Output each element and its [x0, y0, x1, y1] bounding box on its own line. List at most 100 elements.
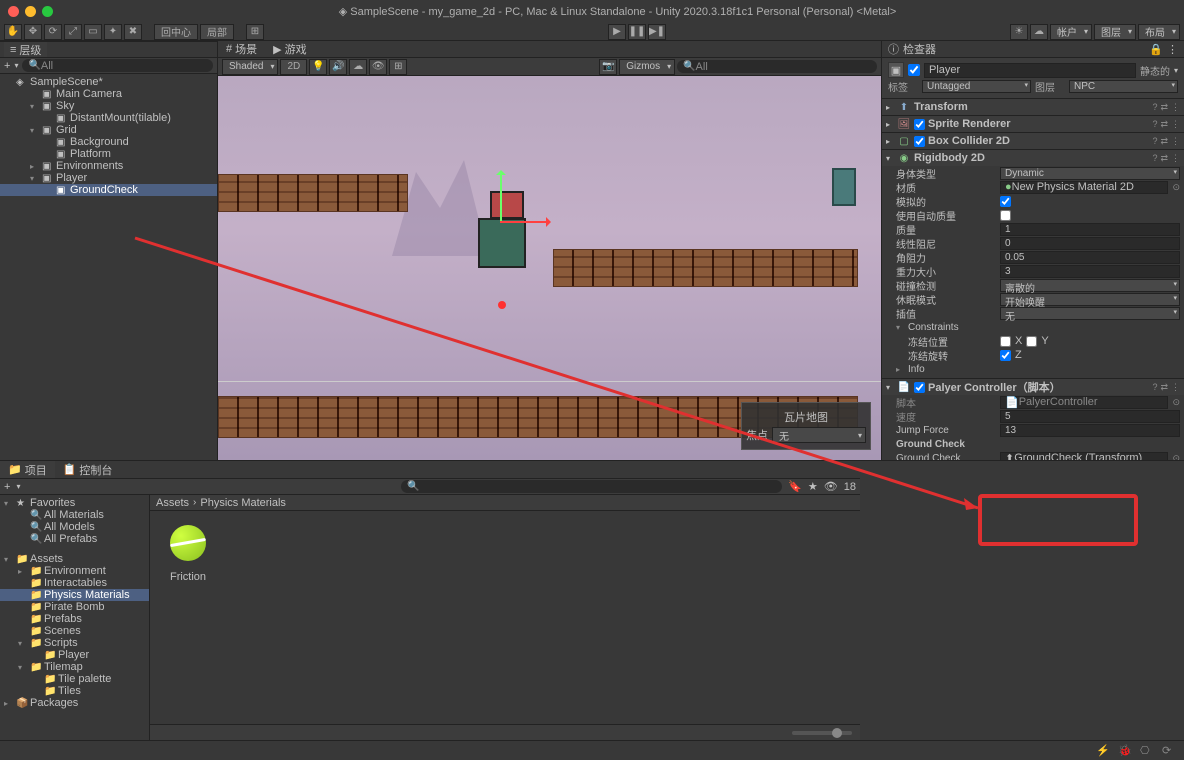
project-tree-item[interactable]: ▸📦Packages [0, 697, 149, 709]
hierarchy-search[interactable]: 🔍 All [22, 59, 213, 72]
project-tree-item[interactable]: 🔍All Materials [0, 509, 149, 521]
hierarchy-item[interactable]: ◈SampleScene* [0, 76, 217, 88]
preset-icon[interactable]: ⇄ [1160, 102, 1168, 113]
play-button[interactable]: ▶ [608, 24, 626, 40]
hidden-icon[interactable]: 👁 [824, 480, 838, 493]
name-field[interactable]: Player [924, 63, 1136, 78]
collision-dd[interactable]: 离散的 [1000, 279, 1180, 292]
zoom-slider[interactable] [792, 731, 852, 735]
rotate-tool[interactable]: ⟳ [44, 24, 62, 40]
scene-tab[interactable]: #场景 [218, 41, 265, 57]
layout-dropdown[interactable]: 布局 [1138, 24, 1180, 40]
project-tree-item[interactable]: ▾📁Assets [0, 553, 149, 565]
audio-toggle[interactable]: 🔊 [329, 59, 347, 75]
gravity-field[interactable]: 3 [1000, 265, 1180, 278]
gameobject-icon[interactable]: ▣ [888, 62, 904, 78]
pivot-toggle[interactable]: 回中心 [154, 24, 198, 40]
light-toggle[interactable]: 💡 [309, 59, 327, 75]
move-tool[interactable]: ✥ [24, 24, 42, 40]
project-tree-item[interactable]: 📁Tile palette [0, 673, 149, 685]
freeze-y[interactable] [1026, 336, 1037, 347]
hierarchy-item[interactable]: ▣Main Camera [0, 88, 217, 100]
grid-toggle[interactable]: ⊞ [389, 59, 407, 75]
sleep-dd[interactable]: 开始唤醒 [1000, 293, 1180, 306]
project-tree-item[interactable]: 📁Scenes [0, 625, 149, 637]
overlay-focus-dd[interactable]: 无 [772, 427, 866, 443]
hand-tool[interactable]: ✋ [4, 24, 22, 40]
sprite-renderer-header[interactable]: ▸🖼 Sprite Renderer ?⇄⋮ [882, 116, 1184, 132]
gc-field[interactable]: ⬆GroundCheck (Transform) [1000, 452, 1168, 461]
asset-item[interactable]: Friction [158, 519, 218, 583]
freeze-x[interactable] [1000, 336, 1011, 347]
filter-icon[interactable]: 🔖 [788, 480, 802, 493]
project-tree-item[interactable]: 📁Pirate Bomb [0, 601, 149, 613]
add-button[interactable]: + [4, 481, 10, 493]
breadcrumb-item[interactable]: Physics Materials [200, 497, 286, 509]
refresh-icon[interactable]: ⟳ [1162, 744, 1176, 758]
project-tree-item[interactable]: 📁Physics Materials [0, 589, 149, 601]
scene-viewport[interactable]: 瓦片地图 焦点无 [218, 76, 881, 460]
project-tree-item[interactable]: 🔍All Models [0, 521, 149, 533]
scene-search[interactable]: 🔍 All [677, 60, 877, 73]
body-type-dd[interactable]: Dynamic [1000, 167, 1180, 180]
hierarchy-item[interactable]: ▣Platform [0, 148, 217, 160]
hierarchy-item[interactable]: ▾▣Player [0, 172, 217, 184]
target-icon[interactable]: ⊙ [1172, 182, 1180, 193]
script-enabled[interactable] [914, 382, 925, 393]
bug-icon[interactable]: 🐞 [1118, 744, 1132, 758]
bc-enabled[interactable] [914, 136, 925, 147]
rigidbody-header[interactable]: ▾◉ Rigidbody 2D ?⇄⋮ [882, 150, 1184, 166]
cloud-icon[interactable]: ☁ [1030, 24, 1048, 40]
hierarchy-item[interactable]: ▣DistantMount(tilable) [0, 112, 217, 124]
auto-icon[interactable]: ⚡ [1096, 744, 1110, 758]
project-tree-item[interactable]: 🔍All Prefabs [0, 533, 149, 545]
add-button[interactable]: + [4, 60, 10, 72]
mode-2d[interactable]: 2D [280, 59, 307, 75]
step-button[interactable]: ▶❚ [648, 24, 666, 40]
close-icon[interactable] [8, 6, 19, 17]
ldrag-field[interactable]: 0 [1000, 237, 1180, 250]
fx-toggle[interactable]: ☁ [349, 59, 367, 75]
account-dropdown[interactable]: 帐户 [1050, 24, 1092, 40]
hierarchy-item[interactable]: ▸▣Environments [0, 160, 217, 172]
simulated-cb[interactable] [1000, 196, 1011, 207]
interp-dd[interactable]: 无 [1000, 307, 1180, 320]
target-icon[interactable]: ⊙ [1172, 453, 1180, 461]
box-collider-header[interactable]: ▸▢ Box Collider 2D ?⇄⋮ [882, 133, 1184, 149]
layer-dropdown[interactable]: NPC [1069, 80, 1178, 93]
tilemap-overlay[interactable]: 瓦片地图 焦点无 [741, 402, 871, 450]
menu-icon[interactable]: ⋮ [1171, 102, 1180, 113]
gizmos-dropdown[interactable]: Gizmos [619, 59, 675, 75]
mass-field[interactable]: 1 [1000, 223, 1180, 236]
project-tree-item[interactable]: ▾★Favorites [0, 497, 149, 509]
active-checkbox[interactable] [908, 64, 920, 76]
material-field[interactable]: ●New Physics Material 2D [1000, 181, 1168, 194]
code-icon[interactable]: ⎔ [1140, 744, 1154, 758]
project-tab[interactable]: 📁项目 [0, 461, 55, 478]
project-tree-item[interactable]: 📁Prefabs [0, 613, 149, 625]
project-tree-item[interactable]: 📁Player [0, 649, 149, 661]
groundcheck-gizmo[interactable] [498, 301, 506, 309]
local-toggle[interactable]: 局部 [200, 24, 234, 40]
sr-enabled[interactable] [914, 119, 925, 130]
lock-icon[interactable]: 🔒 [1149, 43, 1163, 56]
hierarchy-item[interactable]: ▣Background [0, 136, 217, 148]
menu-icon[interactable]: ⋮ [1167, 43, 1178, 56]
camera-icon[interactable]: 📷 [599, 59, 617, 75]
pause-button[interactable]: ❚❚ [628, 24, 646, 40]
fav-icon[interactable]: ★ [808, 480, 818, 493]
collab-icon[interactable]: ☀ [1010, 24, 1028, 40]
console-tab[interactable]: 📋控制台 [55, 461, 121, 478]
transform-header[interactable]: ▸⬆ Transform ?⇄⋮ [882, 99, 1184, 115]
hierarchy-item[interactable]: ▣GroundCheck [0, 184, 217, 196]
help-icon[interactable]: ? [1152, 102, 1157, 112]
hierarchy-item[interactable]: ▾▣Sky [0, 100, 217, 112]
scale-tool[interactable]: ⤢ [64, 24, 82, 40]
game-tab[interactable]: ▶游戏 [265, 41, 314, 57]
gizmo-y-axis[interactable] [500, 171, 502, 221]
freeze-z[interactable] [1000, 350, 1011, 361]
hierarchy-tab[interactable]: ≡ 层级 [4, 42, 47, 57]
project-tree-item[interactable]: 📁Interactables [0, 577, 149, 589]
automass-cb[interactable] [1000, 210, 1011, 221]
project-tree-item[interactable]: ▾📁Tilemap [0, 661, 149, 673]
